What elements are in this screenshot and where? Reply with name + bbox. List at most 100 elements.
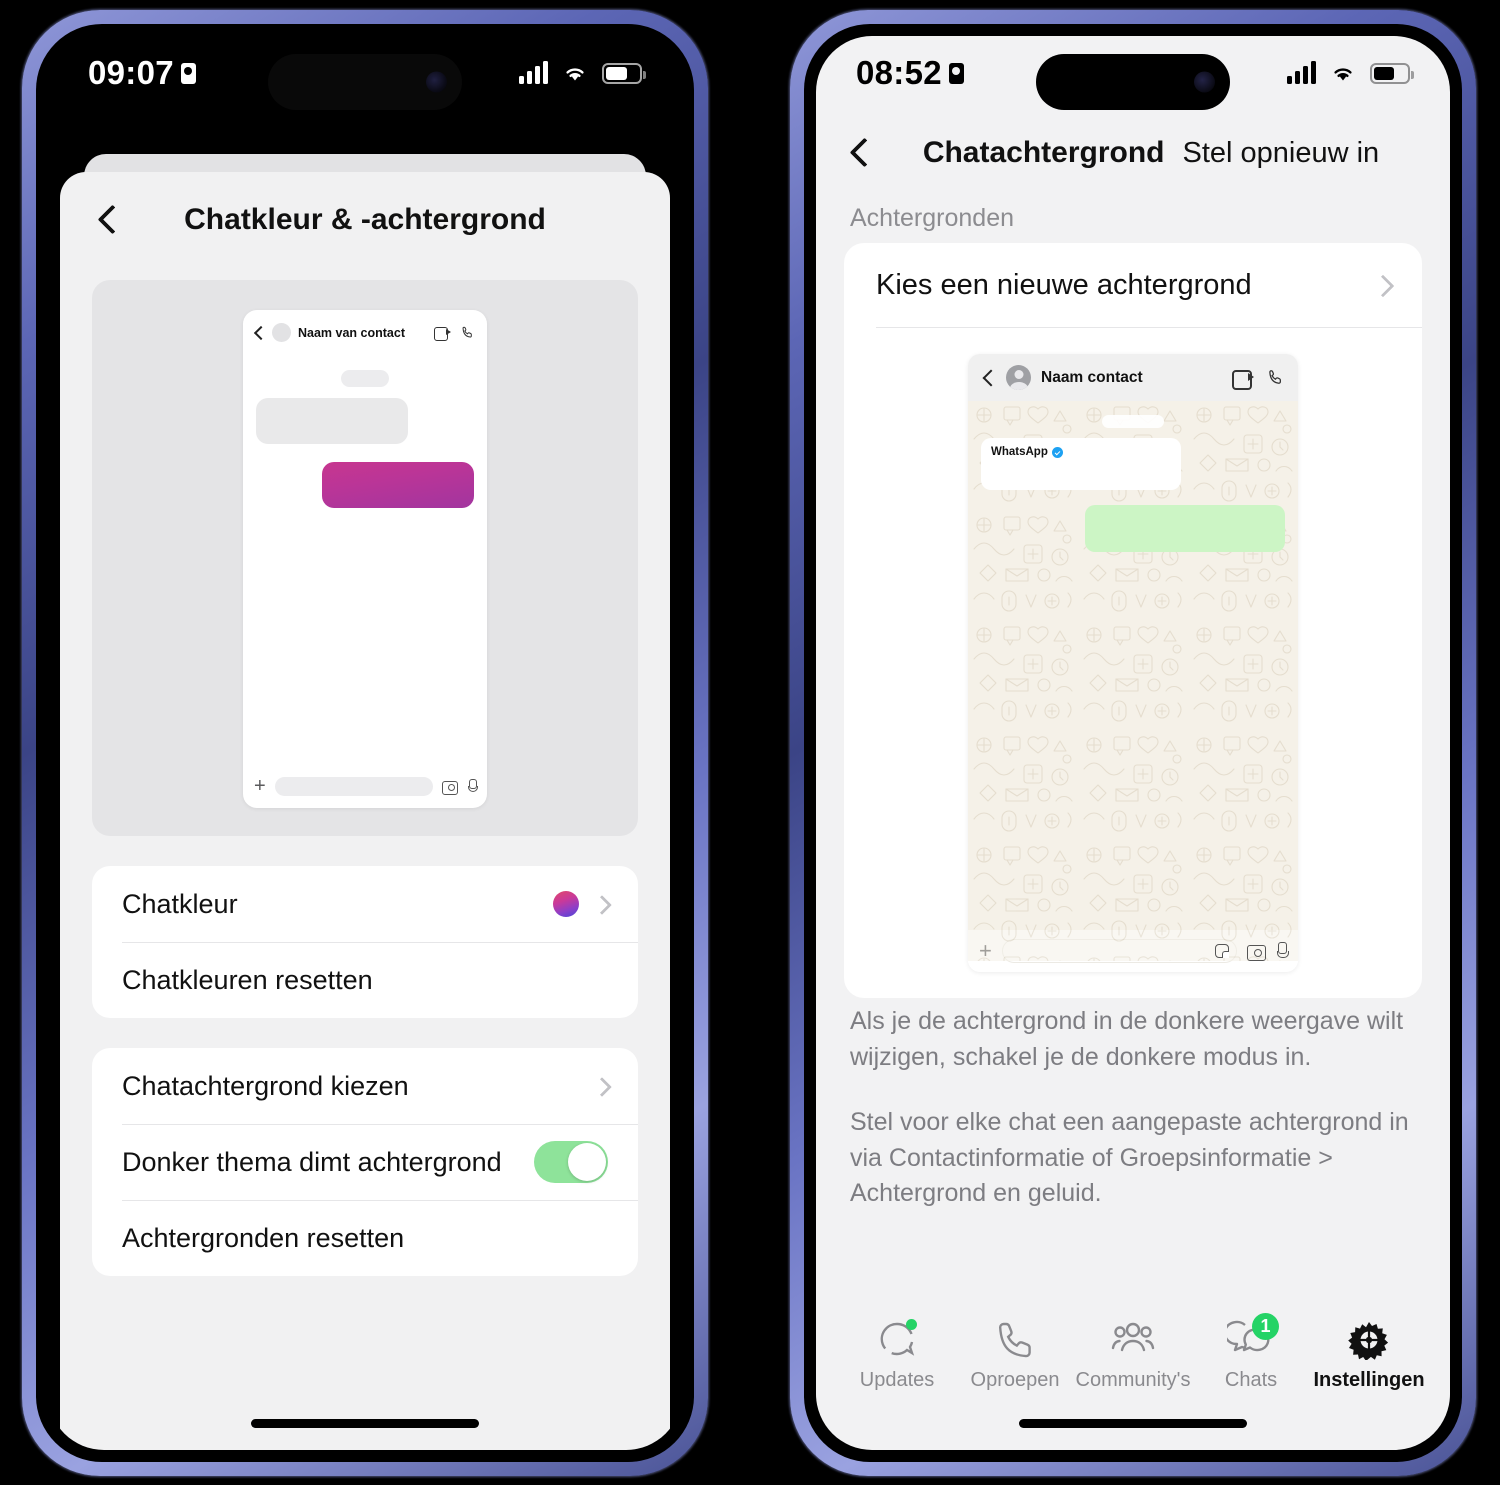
settings-group-backgrounds: Chatachtergrond kiezen Donker thema dimt… xyxy=(92,1048,638,1276)
video-call-icon xyxy=(1232,369,1254,390)
microphone-icon xyxy=(467,778,478,794)
row-label: Donker thema dimt achtergrond xyxy=(122,1146,502,1177)
mini-bubble-incoming xyxy=(256,398,408,444)
phone-right: 08:52 Chatachtergrond Stel opnieuw in Ac… xyxy=(790,10,1476,1476)
settings-sheet: Chatkleur & -achtergrond Naam van contac… xyxy=(60,172,670,1450)
tab-label: Community's xyxy=(1075,1369,1191,1391)
tab-oproepen[interactable]: Oproepen xyxy=(956,1318,1074,1392)
video-call-icon xyxy=(434,326,451,341)
back-chevron-icon[interactable] xyxy=(842,136,876,170)
nav-titles: Chatachtergrond Stel opnieuw in xyxy=(923,136,1379,170)
row-accessories xyxy=(534,1141,608,1183)
row-chatkleuren-resetten[interactable]: Chatkleuren resetten xyxy=(92,942,638,1018)
settings-gear-icon xyxy=(1345,1318,1393,1360)
updates-icon xyxy=(873,1318,921,1360)
phone-left: 09:07 Chatkleur & -achtergrond Naam van … xyxy=(22,10,708,1476)
cellular-signal-icon xyxy=(1287,61,1316,84)
back-chevron-icon[interactable] xyxy=(90,203,124,237)
row-label: Chatachtergrond kiezen xyxy=(122,1070,409,1101)
tab-label: Instellingen xyxy=(1313,1369,1425,1391)
sticker-icon xyxy=(1215,944,1229,958)
row-chatachtergrond-kiezen[interactable]: Chatachtergrond kiezen xyxy=(92,1048,638,1124)
row-label: Chatkleuren resetten xyxy=(122,964,373,995)
tab-bar: Updates Oproepen Community's 1 Chats Ins… xyxy=(816,1313,1450,1392)
voice-call-icon xyxy=(1266,368,1285,387)
mini-bubble-outgoing xyxy=(1085,505,1285,552)
wallpaper-preview-area: Naam contact WhatsApp xyxy=(844,328,1422,998)
row-accessories xyxy=(595,1080,608,1093)
mini-back-chevron-icon xyxy=(981,370,996,385)
reset-action-button[interactable]: Stel opnieuw in xyxy=(1183,137,1380,170)
status-indicators-right xyxy=(1287,61,1414,84)
home-indicator[interactable] xyxy=(251,1419,479,1428)
battery-icon xyxy=(1370,62,1414,84)
mini-chat-header: Naam contact xyxy=(968,354,1298,401)
id-card-icon xyxy=(180,62,196,84)
home-indicator[interactable] xyxy=(1019,1419,1247,1428)
mini-contact-name: Naam van contact xyxy=(298,325,405,340)
row-chatkleur[interactable]: Chatkleur xyxy=(92,866,638,942)
communities-icon xyxy=(1109,1318,1157,1360)
chats-unread-badge: 1 xyxy=(1252,1313,1279,1340)
nav-bar-left: Chatkleur & -achtergrond xyxy=(60,172,670,268)
status-time-text-right: 08:52 xyxy=(856,54,942,91)
mini-header-icons xyxy=(434,325,477,341)
tab-updates[interactable]: Updates xyxy=(838,1318,956,1392)
front-camera xyxy=(426,71,447,93)
chats-icon: 1 xyxy=(1227,1313,1279,1360)
bubble-sender-name: WhatsApp xyxy=(991,446,1048,458)
tab-label: Oproepen xyxy=(970,1369,1060,1391)
settings-group-colors: Chatkleur Chatkleuren resetten xyxy=(92,866,638,1018)
camera-icon xyxy=(1247,943,1266,961)
phone-right-screen: 08:52 Chatachtergrond Stel opnieuw in Ac… xyxy=(816,36,1450,1450)
phone-left-screen: 09:07 Chatkleur & -achtergrond Naam van … xyxy=(48,36,682,1450)
wifi-icon xyxy=(1329,62,1357,84)
avatar xyxy=(272,323,291,342)
attach-plus-icon: + xyxy=(254,775,266,797)
updates-unread-dot xyxy=(906,1319,917,1330)
tab-label: Updates xyxy=(859,1369,935,1391)
screenshot-stage: 09:07 Chatkleur & -achtergrond Naam van … xyxy=(0,0,1500,1485)
mini-chat-body: WhatsApp xyxy=(968,401,1298,961)
note-per-chat: Stel voor elke chat een aangepaste achte… xyxy=(850,1108,1409,1207)
chevron-right-icon xyxy=(595,898,608,911)
mini-header-icons xyxy=(1232,368,1285,390)
bubble-sender: WhatsApp xyxy=(991,446,1171,458)
calls-icon xyxy=(991,1318,1039,1360)
tab-communitys[interactable]: Community's xyxy=(1074,1318,1192,1392)
wallpaper-notes: Als je de achtergrond in de donkere weer… xyxy=(816,998,1450,1212)
status-time-right: 08:52 xyxy=(856,54,964,92)
chat-preview-panel: Naam van contact + xyxy=(92,280,638,836)
mini-bubble-outgoing xyxy=(322,462,474,508)
cellular-signal-icon xyxy=(519,61,548,84)
chevron-right-icon xyxy=(595,1080,608,1093)
row-kies-nieuwe-achtergrond[interactable]: Kies een nieuwe achtergrond xyxy=(844,243,1422,327)
front-camera xyxy=(1194,71,1215,93)
row-achtergronden-resetten[interactable]: Achtergronden resetten xyxy=(92,1200,638,1276)
verified-badge-icon xyxy=(1051,446,1063,458)
row-donker-thema-dimt[interactable]: Donker thema dimt achtergrond xyxy=(92,1124,638,1200)
dim-wallpaper-toggle[interactable] xyxy=(534,1141,608,1183)
tab-chats[interactable]: 1 Chats xyxy=(1192,1313,1310,1392)
status-time-text-left: 09:07 xyxy=(88,54,174,91)
color-swatch-icon xyxy=(553,891,579,917)
mini-chat-mockup: Naam contact WhatsApp xyxy=(968,354,1298,972)
mini-message-field xyxy=(274,776,433,796)
row-label: Kies een nieuwe achtergrond xyxy=(876,268,1252,301)
mini-date-pill xyxy=(341,370,389,387)
row-accessories xyxy=(553,891,608,917)
mini-chat-header: Naam van contact xyxy=(243,310,487,352)
mini-date-pill xyxy=(1102,415,1164,428)
status-time-left: 09:07 xyxy=(88,54,196,92)
dynamic-island xyxy=(268,54,462,110)
tab-instellingen[interactable]: Instellingen xyxy=(1310,1318,1428,1392)
tab-label: Chats xyxy=(1224,1369,1278,1391)
id-card-icon xyxy=(948,62,964,84)
phone-right-bezel: 08:52 Chatachtergrond Stel opnieuw in Ac… xyxy=(804,24,1462,1462)
mini-chat-mockup: Naam van contact + xyxy=(243,310,487,808)
row-label: Chatkleur xyxy=(122,888,238,919)
toggle-knob xyxy=(568,1143,606,1181)
avatar xyxy=(1006,365,1031,390)
mini-contact-name: Naam contact xyxy=(1041,368,1143,386)
camera-icon xyxy=(442,779,458,795)
